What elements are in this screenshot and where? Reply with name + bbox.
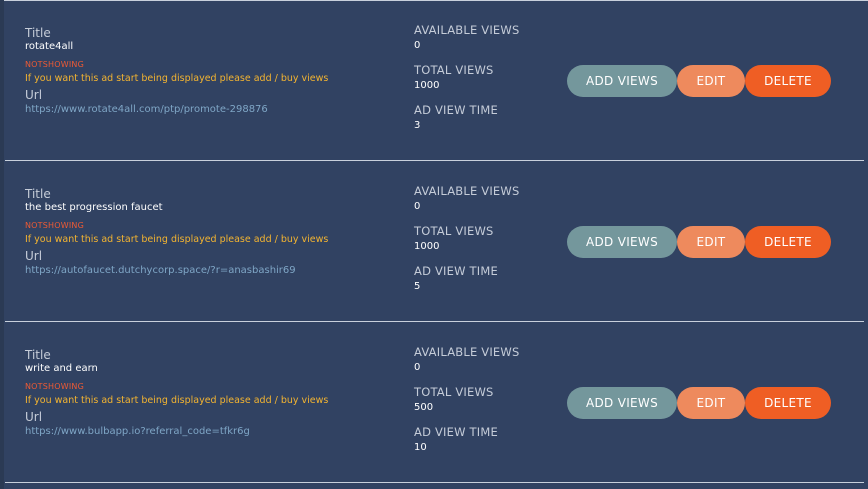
total-views-label: TOTAL VIEWS	[414, 63, 494, 77]
total-views-value: 500	[414, 402, 434, 413]
total-views-label: TOTAL VIEWS	[414, 224, 494, 238]
status-badge: NOTSHOWING	[25, 221, 85, 230]
ad-info: Title the best progression faucet NOTSHO…	[25, 188, 328, 277]
status-badge: NOTSHOWING	[25, 382, 85, 391]
url-label: Url	[25, 249, 43, 263]
ad-info: Title rotate4all NOTSHOWING If you want …	[25, 27, 328, 116]
title-label: Title	[25, 26, 51, 40]
ad-view-time-value: 5	[414, 281, 421, 292]
add-views-button[interactable]: ADD VIEWS	[567, 387, 677, 419]
total-views-value: 1000	[414, 80, 440, 91]
ad-info: Title write and earn NOTSHOWING If you w…	[25, 349, 328, 438]
ad-stats: AVAILABLE VIEWS 0 TOTAL VIEWS 1000 AD VI…	[414, 185, 519, 305]
ad-stats: AVAILABLE VIEWS 0 TOTAL VIEWS 500 AD VIE…	[414, 346, 519, 466]
ad-url-link[interactable]: https://www.bulbapp.io?referral_code=tfk…	[25, 426, 328, 438]
ad-view-time-label: AD VIEW TIME	[414, 264, 498, 278]
ad-title: the best progression faucet	[25, 202, 163, 213]
available-views-value: 0	[414, 201, 421, 212]
ad-view-time-value: 10	[414, 442, 427, 453]
warning-message: If you want this ad start being displaye…	[25, 234, 329, 245]
ad-row: Title rotate4all NOTSHOWING If you want …	[4, 0, 864, 161]
delete-button[interactable]: DELETE	[745, 226, 831, 258]
available-views-label: AVAILABLE VIEWS	[414, 345, 520, 359]
title-label: Title	[25, 348, 51, 362]
available-views-label: AVAILABLE VIEWS	[414, 23, 520, 37]
add-views-button[interactable]: ADD VIEWS	[567, 226, 677, 258]
url-label: Url	[25, 410, 43, 424]
url-label: Url	[25, 88, 43, 102]
edit-button[interactable]: EDIT	[677, 65, 745, 97]
title-label: Title	[25, 187, 51, 201]
ad-url-link[interactable]: https://www.rotate4all.com/ptp/promote-2…	[25, 104, 328, 116]
edit-button[interactable]: EDIT	[677, 226, 745, 258]
add-views-button[interactable]: ADD VIEWS	[567, 65, 677, 97]
ad-actions: ADD VIEWS EDIT DELETE	[567, 65, 831, 97]
warning-message: If you want this ad start being displaye…	[25, 73, 329, 84]
row-divider	[5, 482, 864, 483]
ads-list: Title rotate4all NOTSHOWING If you want …	[0, 0, 868, 489]
ad-url-link[interactable]: https://autofaucet.dutchycorp.space/?r=a…	[25, 265, 328, 277]
ad-actions: ADD VIEWS EDIT DELETE	[567, 226, 831, 258]
ad-view-time-value: 3	[414, 120, 421, 131]
ad-view-time-label: AD VIEW TIME	[414, 425, 498, 439]
ad-stats: AVAILABLE VIEWS 0 TOTAL VIEWS 1000 AD VI…	[414, 24, 519, 144]
ad-title: rotate4all	[25, 41, 74, 52]
ad-title: write and earn	[25, 363, 98, 374]
delete-button[interactable]: DELETE	[745, 65, 831, 97]
warning-message: If you want this ad start being displaye…	[25, 395, 329, 406]
delete-button[interactable]: DELETE	[745, 387, 831, 419]
available-views-value: 0	[414, 40, 421, 51]
ad-row: Title the best progression faucet NOTSHO…	[4, 161, 864, 322]
ad-row: Title write and earn NOTSHOWING If you w…	[4, 322, 864, 483]
edit-button[interactable]: EDIT	[677, 387, 745, 419]
available-views-label: AVAILABLE VIEWS	[414, 184, 520, 198]
available-views-value: 0	[414, 362, 421, 373]
status-badge: NOTSHOWING	[25, 60, 85, 69]
total-views-value: 1000	[414, 241, 440, 252]
ad-view-time-label: AD VIEW TIME	[414, 103, 498, 117]
total-views-label: TOTAL VIEWS	[414, 385, 494, 399]
ad-actions: ADD VIEWS EDIT DELETE	[567, 387, 831, 419]
